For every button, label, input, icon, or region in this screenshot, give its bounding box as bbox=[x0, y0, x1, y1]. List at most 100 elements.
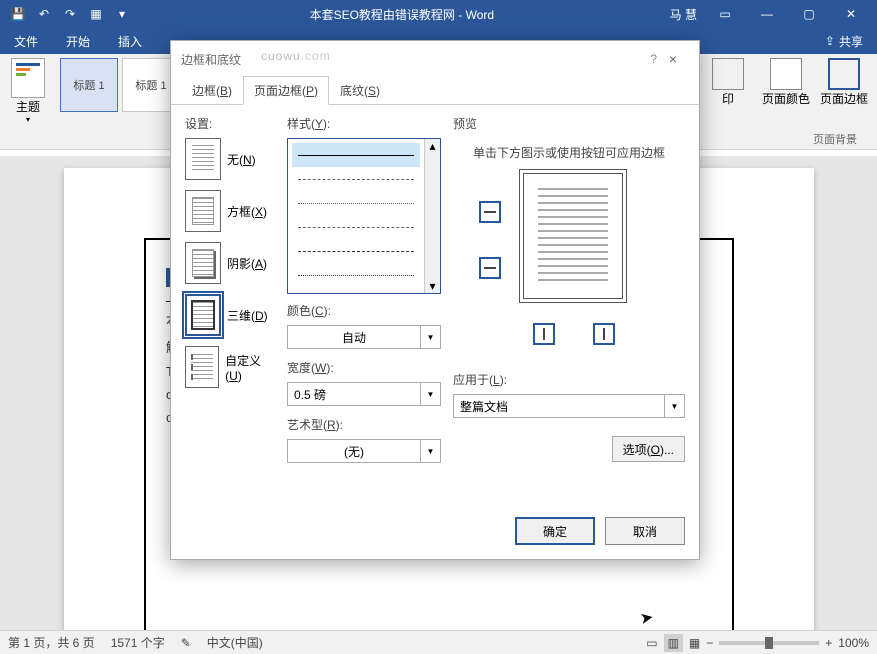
title-bar: 💾 ↶ ↷ ▦ ▾ 本套SEO教程由错误教程网 - Word 马 慧 ▭ — ▢… bbox=[0, 0, 877, 28]
dialog-body: 设置: 无(N) 方框(X) 阴影(A) 三维(D) 自定义(U) 样式(Y):… bbox=[171, 105, 699, 501]
setting-shadow[interactable]: 阴影(A) bbox=[185, 242, 275, 284]
style-scrollbar[interactable]: ▴▾ bbox=[424, 139, 440, 293]
themes-group: 主题▾ 标题 1 标题 1 bbox=[0, 54, 189, 149]
zoom-level[interactable]: 100% bbox=[838, 636, 869, 650]
apply-to-row: 应用于(L): 整篇文档 ▼ 选项(O)... bbox=[453, 371, 685, 418]
user-name[interactable]: 马 慧 bbox=[670, 6, 697, 23]
style-heading1[interactable]: 标题 1 bbox=[60, 58, 118, 112]
theme-icon bbox=[11, 58, 45, 98]
window-title: 本套SEO教程由错误教程网 - Word bbox=[134, 6, 670, 23]
width-combo[interactable]: 0.5 磅 ▼ bbox=[287, 382, 441, 406]
tab-home[interactable]: 开始 bbox=[52, 28, 104, 54]
line-solid[interactable] bbox=[292, 143, 420, 167]
status-bar: 第 1 页，共 6 页 1571 个字 ✎ 中文(中国) ▭ ▥ ▦ − + 1… bbox=[0, 630, 877, 654]
read-mode-button[interactable]: ▭ bbox=[646, 636, 657, 650]
language-indicator[interactable]: 中文(中国) bbox=[207, 634, 263, 651]
undo-button[interactable]: ↶ bbox=[32, 2, 56, 26]
style-column: 样式(Y): ▴▾ 颜色(C): 自动 ▼ 宽度(W): 0.5 磅 bbox=[287, 115, 441, 491]
box-icon bbox=[185, 190, 221, 232]
chevron-down-icon[interactable]: ▼ bbox=[421, 325, 441, 349]
maximize-button[interactable]: ▢ bbox=[789, 2, 829, 26]
ribbon-options-button[interactable]: ▭ bbox=[705, 2, 745, 26]
setting-none[interactable]: 无(N) bbox=[185, 138, 275, 180]
dialog-help-button[interactable]: ? bbox=[650, 52, 657, 66]
tab-insert[interactable]: 插入 bbox=[104, 28, 156, 54]
chevron-down-icon[interactable]: ▼ bbox=[421, 382, 441, 406]
line-dashdot[interactable] bbox=[292, 239, 420, 263]
setting-3d[interactable]: 三维(D) bbox=[185, 294, 275, 336]
preview-column: 预览 单击下方图示或使用按钮可应用边框 应用于(L): 整篇文档 ▼ 选项(O)… bbox=[453, 115, 685, 491]
settings-column: 设置: 无(N) 方框(X) 阴影(A) 三维(D) 自定义(U) bbox=[185, 115, 275, 491]
ok-button[interactable]: 确定 bbox=[515, 517, 595, 545]
cancel-button[interactable]: 取消 bbox=[605, 517, 685, 545]
art-label: 艺术型(R): bbox=[287, 416, 441, 433]
share-button[interactable]: ⇪ 共享 bbox=[811, 33, 877, 50]
none-icon bbox=[185, 138, 221, 180]
line-style-list[interactable]: ▴▾ bbox=[287, 138, 441, 294]
minimize-button[interactable]: — bbox=[747, 2, 787, 26]
edge-top-button[interactable] bbox=[479, 201, 501, 223]
share-icon: ⇪ bbox=[825, 34, 835, 48]
view-controls: ▭ ▥ ▦ − + 100% bbox=[646, 634, 869, 652]
spellcheck-icon[interactable]: ✎ bbox=[181, 636, 191, 650]
dialog-tabs: 边框(B) 页面边框(P) 底纹(S) bbox=[171, 77, 699, 105]
dialog-title-bar: 边框和底纹 cuowu.com ? × bbox=[171, 41, 699, 77]
qat-dropdown-button[interactable]: ▾ bbox=[110, 2, 134, 26]
apply-to-label: 应用于(L): bbox=[453, 371, 685, 388]
new-doc-button[interactable]: ▦ bbox=[84, 2, 108, 26]
custom-icon bbox=[185, 346, 219, 388]
group-label-page-background: 页面背景 bbox=[813, 131, 857, 147]
apply-to-combo[interactable]: 整篇文档 ▼ bbox=[453, 394, 685, 418]
themes-button[interactable]: 主题▾ bbox=[8, 58, 48, 124]
settings-label: 设置: bbox=[185, 115, 275, 132]
quick-access-toolbar: 💾 ↶ ↷ ▦ ▾ bbox=[6, 2, 134, 26]
chevron-down-icon[interactable]: ▼ bbox=[665, 394, 685, 418]
print-layout-button[interactable]: ▥ bbox=[664, 634, 683, 652]
preview-label: 预览 bbox=[453, 115, 685, 132]
preview-hint: 单击下方图示或使用按钮可应用边框 bbox=[453, 138, 685, 167]
chevron-down-icon[interactable]: ▼ bbox=[421, 439, 441, 463]
web-layout-button[interactable]: ▦ bbox=[689, 636, 700, 650]
art-combo[interactable]: (无) ▼ bbox=[287, 439, 441, 463]
borders-shading-dialog: 边框和底纹 cuowu.com ? × 边框(B) 页面边框(P) 底纹(S) … bbox=[170, 40, 700, 560]
watermark-text: cuowu.com bbox=[261, 43, 331, 66]
line-dot[interactable] bbox=[292, 191, 420, 215]
word-count[interactable]: 1571 个字 bbox=[111, 634, 165, 651]
tab-file[interactable]: 文件 bbox=[0, 28, 52, 54]
edge-right-button[interactable] bbox=[593, 323, 615, 345]
setting-custom[interactable]: 自定义(U) bbox=[185, 346, 275, 388]
line-dash1[interactable] bbox=[292, 167, 420, 191]
style-gallery[interactable]: 标题 1 标题 1 bbox=[60, 58, 180, 124]
setting-box[interactable]: 方框(X) bbox=[185, 190, 275, 232]
zoom-out-button[interactable]: − bbox=[706, 636, 713, 650]
preview-page[interactable] bbox=[523, 173, 623, 299]
line-dashdotdot[interactable] bbox=[292, 263, 420, 287]
page-indicator[interactable]: 第 1 页，共 6 页 bbox=[8, 634, 95, 651]
color-combo[interactable]: 自动 ▼ bbox=[287, 325, 441, 349]
dialog-title: 边框和底纹 bbox=[181, 51, 241, 68]
tab-page-border[interactable]: 页面边框(P) bbox=[243, 76, 329, 105]
width-label: 宽度(W): bbox=[287, 359, 441, 376]
tab-border[interactable]: 边框(B) bbox=[181, 76, 243, 105]
watermark-button[interactable]: 印 bbox=[703, 58, 753, 145]
tab-shading[interactable]: 底纹(S) bbox=[329, 76, 391, 105]
preview-area bbox=[453, 173, 685, 363]
3d-icon bbox=[185, 294, 221, 336]
line-dash2[interactable] bbox=[292, 215, 420, 239]
save-button[interactable]: 💾 bbox=[6, 2, 30, 26]
page-color-icon bbox=[770, 58, 802, 90]
style-label: 样式(Y): bbox=[287, 115, 441, 132]
watermark-icon bbox=[712, 58, 744, 90]
edge-bottom-button[interactable] bbox=[479, 257, 501, 279]
zoom-in-button[interactable]: + bbox=[825, 636, 832, 650]
redo-button[interactable]: ↷ bbox=[58, 2, 82, 26]
page-color-button[interactable]: 页面颜色 bbox=[761, 58, 811, 145]
zoom-slider[interactable] bbox=[719, 641, 819, 645]
shadow-icon bbox=[185, 242, 221, 284]
dialog-buttons: 确定 取消 bbox=[515, 517, 685, 545]
dialog-close-button[interactable]: × bbox=[657, 51, 689, 67]
edge-left-button[interactable] bbox=[533, 323, 555, 345]
close-button[interactable]: ✕ bbox=[831, 2, 871, 26]
window-controls: ▭ — ▢ ✕ bbox=[705, 2, 871, 26]
options-button[interactable]: 选项(O)... bbox=[612, 436, 685, 462]
